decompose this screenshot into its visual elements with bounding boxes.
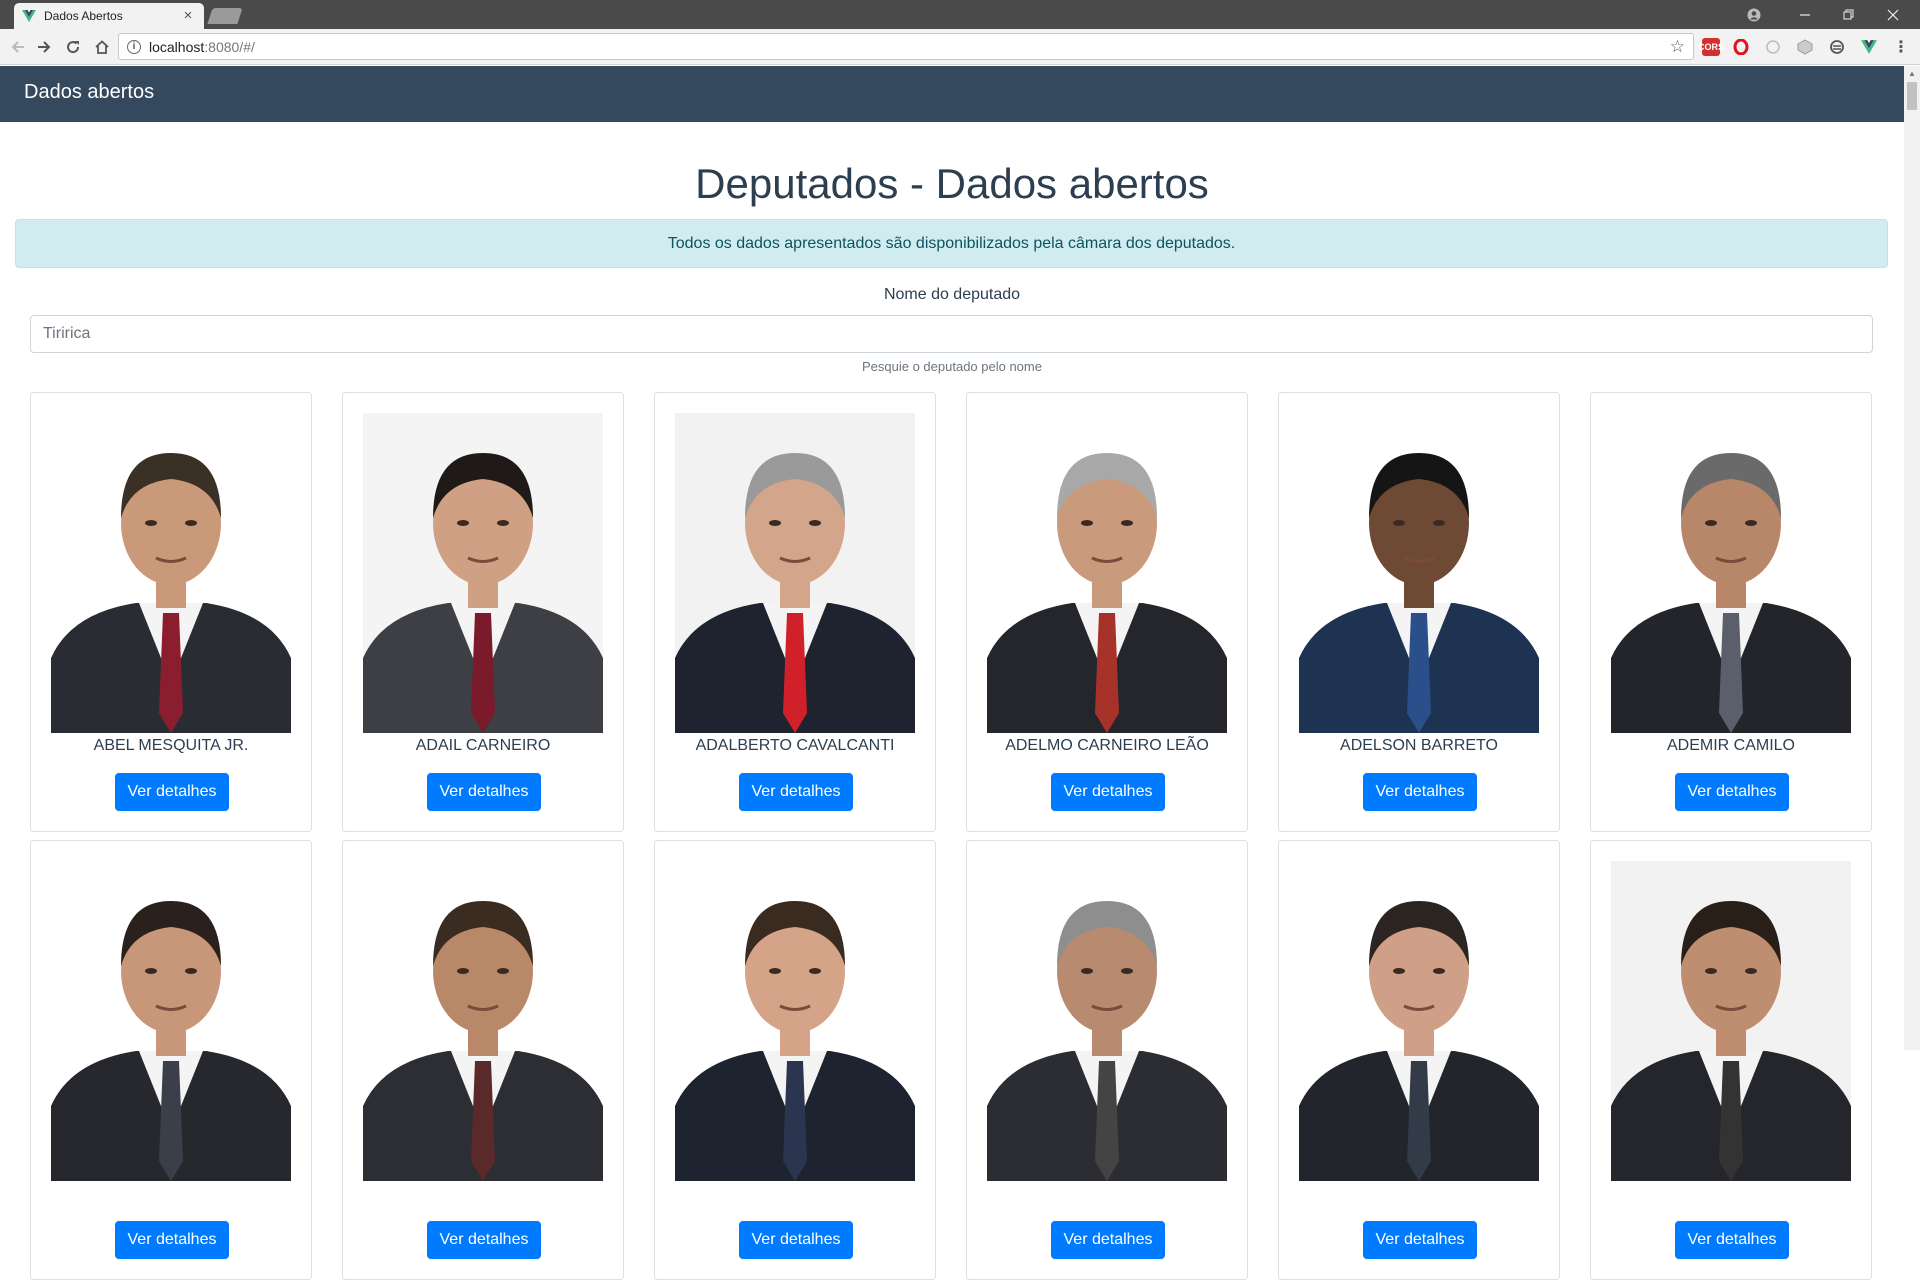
restore-icon[interactable] <box>1834 0 1864 29</box>
ver-detalhes-button[interactable]: Ver detalhes <box>1363 1221 1477 1259</box>
info-alert: Todos os dados apresentados são disponib… <box>15 219 1888 268</box>
deputy-card: Ver detalhes <box>966 840 1248 1280</box>
ver-detalhes-button[interactable]: Ver detalhes <box>739 773 853 811</box>
deputy-photo <box>51 413 291 733</box>
home-icon[interactable] <box>90 35 114 59</box>
deputy-name: ABEL MESQUITA JR. <box>93 737 249 754</box>
deputy-card: Ver detalhes <box>342 840 624 1280</box>
opera-extension-icon[interactable] <box>1732 38 1750 56</box>
page-title: Deputados - Dados abertos <box>695 160 1209 207</box>
ver-detalhes-button[interactable]: Ver detalhes <box>739 1221 853 1259</box>
sync-extension-icon[interactable] <box>1828 38 1846 56</box>
deputy-name: ADALBERTO CAVALCANTI <box>695 737 895 754</box>
new-tab-button[interactable] <box>207 8 243 24</box>
forward-arrow-icon[interactable] <box>32 35 56 59</box>
deputy-card: ADELMO CARNEIRO LEÃO Ver detalhes <box>966 392 1248 832</box>
ver-detalhes-button[interactable]: Ver detalhes <box>1675 1221 1789 1259</box>
ver-detalhes-button[interactable]: Ver detalhes <box>427 773 541 811</box>
deputy-photo <box>363 861 603 1181</box>
tab-title: Dados Abertos <box>44 9 123 23</box>
app-navbar: Dados abertos <box>0 66 1904 122</box>
minimize-icon[interactable] <box>1790 0 1820 29</box>
menu-kebab-icon[interactable]: ⋮ <box>1892 38 1910 56</box>
vue-logo-icon <box>22 10 36 22</box>
page-scrollbar[interactable]: ▲ <box>1904 66 1920 1050</box>
cors-extension-icon[interactable]: CORS <box>1698 38 1724 56</box>
ver-detalhes-button[interactable]: Ver detalhes <box>1675 773 1789 811</box>
navbar-brand[interactable]: Dados abertos <box>24 81 154 104</box>
deputy-name: ADEMIR CAMILO <box>1666 737 1795 754</box>
deputy-name: ADELMO CARNEIRO LEÃO <box>1005 737 1209 754</box>
close-window-icon[interactable] <box>1878 0 1908 29</box>
deputy-photo <box>1299 413 1539 733</box>
deputy-card: ADAIL CARNEIRO Ver detalhes <box>342 392 624 832</box>
deputy-card: Ver detalhes <box>654 840 936 1280</box>
deputy-name: ADAIL CARNEIRO <box>415 737 551 754</box>
back-arrow-icon[interactable] <box>6 35 30 59</box>
browser-toolbar: i localhost:8080/#/ ☆ CORS ⋮ <box>0 29 1920 65</box>
ver-detalhes-button[interactable]: Ver detalhes <box>1363 773 1477 811</box>
ver-detalhes-button[interactable]: Ver detalhes <box>427 1221 541 1259</box>
url-path: :8080/#/ <box>204 38 255 55</box>
deputy-card: ABEL MESQUITA JR. Ver detalhes <box>30 392 312 832</box>
deputy-card: Ver detalhes <box>1278 840 1560 1280</box>
profile-icon[interactable] <box>1740 0 1768 29</box>
deputy-card: ADELSON BARRETO Ver detalhes <box>1278 392 1560 832</box>
deputy-photo <box>51 861 291 1181</box>
address-bar[interactable]: i localhost:8080/#/ ☆ <box>118 33 1694 60</box>
vue-devtools-icon[interactable] <box>1860 38 1878 56</box>
deputy-photo <box>987 413 1227 733</box>
site-info-icon[interactable]: i <box>127 39 141 54</box>
deputy-photo <box>675 861 915 1181</box>
browser-tab-bar: Dados Abertos × <box>0 0 1920 29</box>
tab-close-icon[interactable]: × <box>180 8 196 24</box>
scroll-up-arrow-icon[interactable]: ▲ <box>1904 66 1920 80</box>
deputy-search-input[interactable] <box>30 315 1873 353</box>
browser-tab[interactable]: Dados Abertos × <box>14 3 204 29</box>
deputy-photo <box>675 413 915 733</box>
url-host: localhost <box>149 38 205 55</box>
deputy-card: ADEMIR CAMILO Ver detalhes <box>1590 392 1872 832</box>
deputy-photo <box>987 861 1227 1181</box>
deputy-photo <box>1611 861 1851 1181</box>
scrollbar-thumb[interactable] <box>1907 82 1917 110</box>
deputy-card: Ver detalhes <box>30 840 312 1280</box>
circle-extension-icon[interactable] <box>1764 38 1782 56</box>
search-label: Nome do deputado <box>883 286 1021 303</box>
deputy-photo <box>1299 861 1539 1181</box>
deputy-card: Ver detalhes <box>1590 840 1872 1280</box>
cube-extension-icon[interactable] <box>1796 38 1814 56</box>
deputy-card: ADALBERTO CAVALCANTI Ver detalhes <box>654 392 936 832</box>
reload-icon[interactable] <box>61 35 85 59</box>
search-help-text: Pesquie o deputado pelo nome <box>862 359 1042 374</box>
ver-detalhes-button[interactable]: Ver detalhes <box>115 1221 229 1259</box>
ver-detalhes-button[interactable]: Ver detalhes <box>115 773 229 811</box>
ver-detalhes-button[interactable]: Ver detalhes <box>1051 1221 1165 1259</box>
deputy-photo <box>363 413 603 733</box>
deputy-photo <box>1611 413 1851 733</box>
ver-detalhes-button[interactable]: Ver detalhes <box>1051 773 1165 811</box>
bookmark-star-icon[interactable]: ☆ <box>1670 37 1685 57</box>
deputy-name: ADELSON BARRETO <box>1340 737 1498 754</box>
